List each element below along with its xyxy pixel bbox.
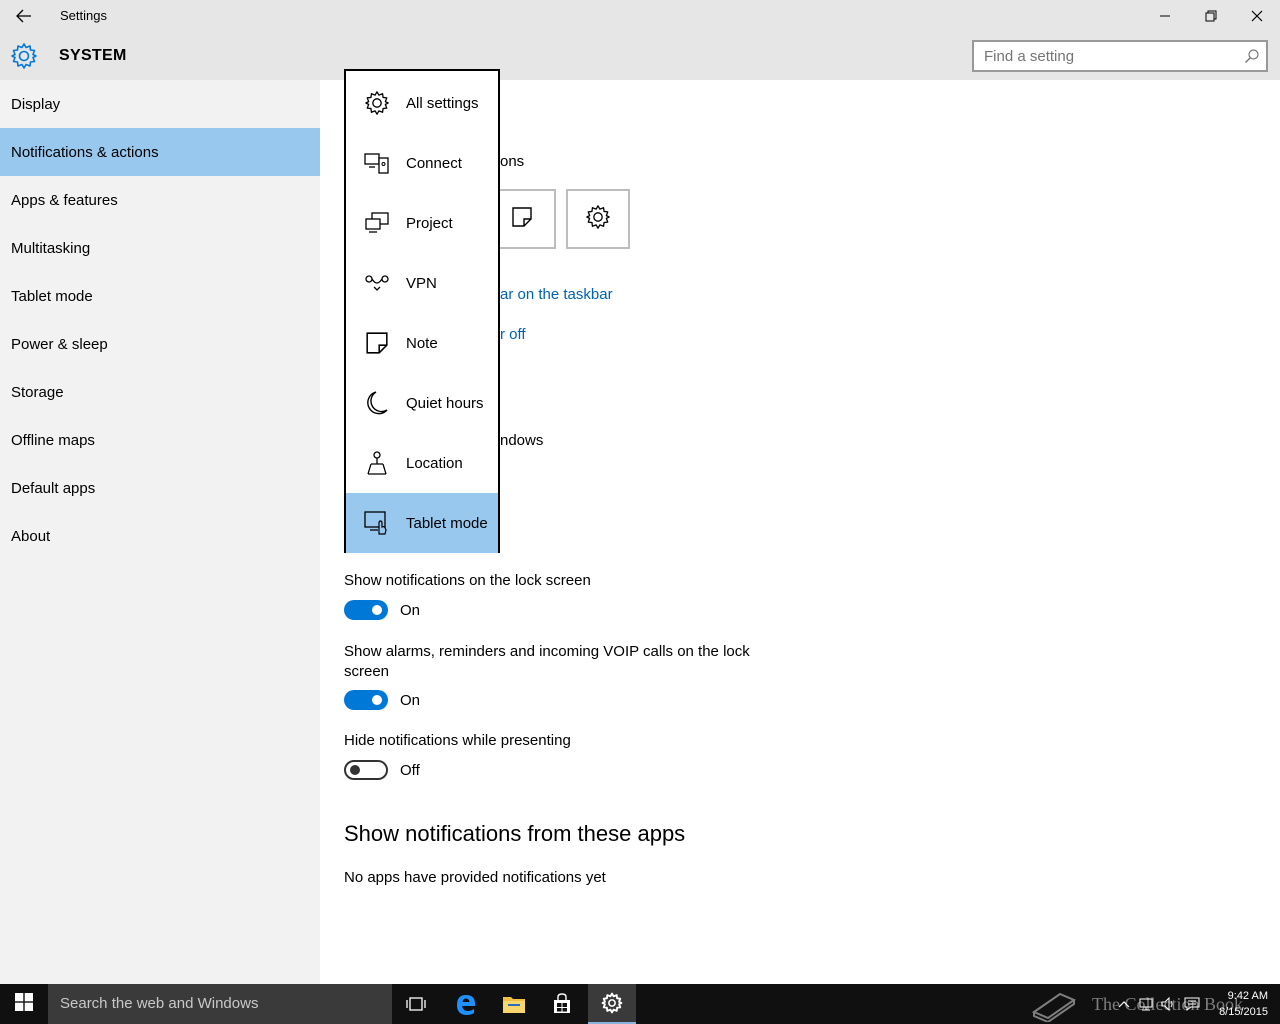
edge-browser-icon[interactable]: [442, 984, 490, 1024]
taskbar-icons-link[interactable]: ar on the taskbar: [500, 286, 613, 303]
sidebar-item-apps-features[interactable]: Apps & features: [0, 176, 320, 224]
search-input[interactable]: [974, 42, 1224, 70]
sidebar-item-offline-maps[interactable]: Offline maps: [0, 416, 320, 464]
alarms-toggle[interactable]: [344, 690, 388, 710]
network-icon[interactable]: [1138, 996, 1154, 1012]
presenting-state: Off: [400, 762, 420, 779]
system-icons-link[interactable]: r off: [500, 326, 526, 343]
taskbar-search-box[interactable]: Search the web and Windows: [48, 984, 392, 1024]
apps-empty-message: No apps have provided notifications yet: [344, 869, 606, 886]
moon-icon: [363, 389, 391, 417]
project-icon: [363, 209, 391, 237]
note-icon: [363, 329, 391, 357]
alarms-state: On: [400, 692, 421, 709]
volume-icon[interactable]: [1160, 996, 1176, 1012]
flyout-item-label: All settings: [406, 94, 479, 112]
lock-screen-toggle[interactable]: [344, 600, 388, 620]
chevron-up-icon[interactable]: [1116, 996, 1132, 1012]
taskbar-clock[interactable]: 9:42 AM 8/15/2015: [1219, 988, 1268, 1020]
note-icon: [511, 206, 533, 233]
gear-icon: [363, 89, 391, 117]
clock-date: 8/15/2015: [1219, 1006, 1268, 1018]
sidebar-item-multitasking[interactable]: Multitasking: [0, 224, 320, 272]
flyout-item-connect[interactable]: Connect: [346, 133, 498, 193]
gear-icon: [10, 42, 38, 70]
flyout-item-vpn[interactable]: VPN: [346, 253, 498, 313]
taskbar-search-placeholder: Search the web and Windows: [60, 995, 259, 1012]
gear-icon: [585, 204, 611, 235]
action-center-icon[interactable]: [1184, 996, 1200, 1012]
flyout-item-label: Location: [406, 454, 463, 472]
sidebar-item-tablet-mode[interactable]: Tablet mode: [0, 272, 320, 320]
presenting-toggle[interactable]: [344, 760, 388, 780]
close-button[interactable]: [1234, 0, 1280, 32]
task-view-icon[interactable]: [392, 984, 440, 1024]
connect-icon: [363, 149, 391, 177]
sidebar-item-power-sleep[interactable]: Power & sleep: [0, 320, 320, 368]
sidebar-item-notifications[interactable]: Notifications & actions: [0, 128, 320, 176]
watermark: The Collection Book: [1030, 984, 1243, 1024]
flyout-item-quiet-hours[interactable]: Quiet hours: [346, 373, 498, 433]
flyout-item-label: VPN: [406, 274, 437, 292]
quick-action-settings-slot[interactable]: [566, 189, 630, 249]
alarms-label: Show alarms, reminders and incoming VOIP…: [344, 643, 750, 680]
search-icon[interactable]: [1244, 48, 1260, 64]
store-icon[interactable]: [538, 984, 586, 1024]
windows-logo-icon: [15, 992, 33, 1016]
quick-action-picker: All settings Connect Project VPN Note Qu…: [344, 69, 500, 553]
restore-button[interactable]: [1188, 0, 1234, 32]
clock-time: 9:42 AM: [1227, 990, 1268, 1002]
back-arrow-icon[interactable]: [12, 6, 36, 26]
windows-tips-label-partial: ndows: [500, 432, 544, 449]
flyout-item-tablet-mode[interactable]: Tablet mode: [346, 493, 498, 553]
lock-screen-label: Show notifications on the lock screen: [344, 572, 591, 589]
sidebar: Display Notifications & actions Apps & f…: [0, 80, 320, 984]
vpn-icon: [363, 269, 391, 297]
flyout-item-label: Note: [406, 334, 438, 352]
settings-taskbar-icon[interactable]: [588, 984, 636, 1024]
section-title: SYSTEM: [59, 47, 127, 64]
apps-heading: Show notifications from these apps: [344, 821, 686, 846]
flyout-item-label: Quiet hours: [406, 394, 484, 412]
lock-screen-state: On: [400, 602, 421, 619]
flyout-item-location[interactable]: Location: [346, 433, 498, 493]
search-box[interactable]: [972, 40, 1268, 72]
file-explorer-icon[interactable]: [490, 984, 538, 1024]
flyout-item-note[interactable]: Note: [346, 313, 498, 373]
book-logo-icon: [1031, 992, 1077, 1022]
tablet-mode-icon: [363, 509, 391, 537]
presenting-label: Hide notifications while presenting: [344, 732, 571, 749]
quick-actions-heading-partial: ons: [500, 153, 525, 170]
location-icon: [363, 449, 391, 477]
sidebar-item-storage[interactable]: Storage: [0, 368, 320, 416]
flyout-item-label: Tablet mode: [406, 514, 488, 532]
flyout-item-label: Project: [406, 214, 453, 232]
sidebar-item-about[interactable]: About: [0, 512, 320, 560]
flyout-item-all-settings[interactable]: All settings: [346, 73, 498, 133]
sidebar-item-default-apps[interactable]: Default apps: [0, 464, 320, 512]
start-button[interactable]: [0, 984, 48, 1024]
sidebar-item-display[interactable]: Display: [0, 80, 320, 128]
window-title: Settings: [60, 8, 107, 23]
taskbar: Search the web and Windows The Collectio…: [0, 984, 1280, 1024]
flyout-item-project[interactable]: Project: [346, 193, 498, 253]
title-bar: Settings: [0, 0, 1280, 32]
settings-header: SYSTEM: [0, 32, 1280, 80]
flyout-item-label: Connect: [406, 154, 462, 172]
minimize-button[interactable]: [1142, 0, 1188, 32]
